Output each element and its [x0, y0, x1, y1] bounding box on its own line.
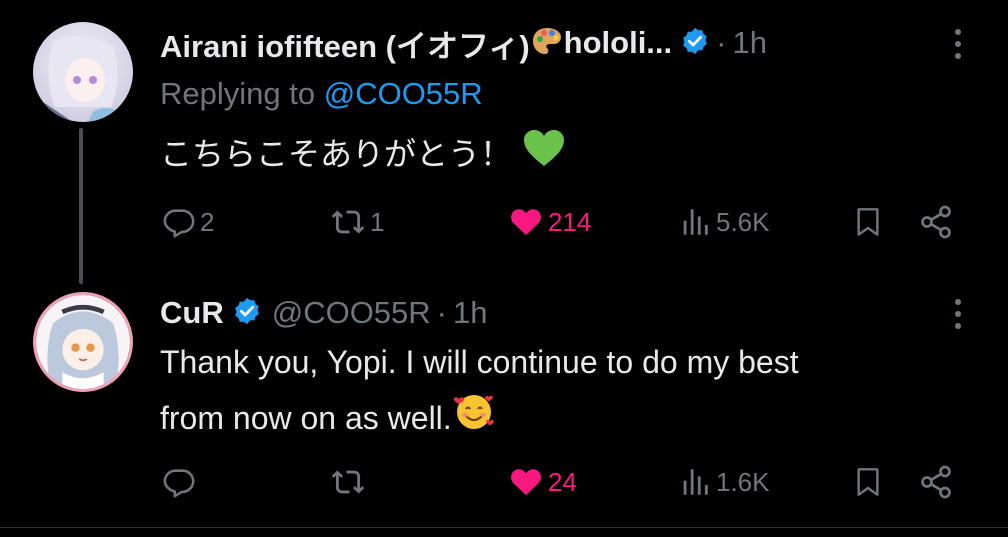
tweet-cur[interactable]: CuR @COO55R · 1h Thank you, Yopi. I will…	[0, 270, 1008, 527]
tweet-text: Thank you, Yopi. I will continue to do m…	[160, 334, 960, 450]
like-count: 214	[548, 206, 592, 237]
tweet-text: こちらこそありがとう！	[160, 126, 960, 185]
bottom-divider	[0, 527, 1008, 528]
views-chart-icon	[678, 205, 712, 239]
heart-icon	[508, 465, 544, 499]
views-chart-icon	[678, 465, 712, 499]
author-handle[interactable]: @COO55R	[272, 295, 431, 331]
reply-icon	[162, 205, 196, 239]
more-options-icon[interactable]	[946, 24, 970, 64]
replying-to-label: Replying to	[160, 76, 316, 111]
author-name[interactable]: CuR	[160, 295, 224, 331]
reply-icon	[162, 465, 196, 499]
views-count: 5.6K	[716, 206, 770, 237]
tweet-actions: 2 1 214 5.6K	[0, 202, 1008, 242]
green-heart-emoji	[522, 128, 566, 185]
retweet-button[interactable]	[330, 462, 370, 502]
avatar-airani[interactable]	[33, 22, 133, 122]
tweet-header: Airani iofifteen (イオフィ) hololi... · 1h	[160, 20, 767, 66]
tweet-text-line1: Thank you, Yopi. I will continue to do m…	[160, 344, 799, 380]
header-separator: ·	[716, 25, 727, 60]
author-name[interactable]: Airani iofifteen (イオフィ)	[160, 21, 530, 66]
heart-icon	[508, 205, 544, 239]
bookmark-icon	[852, 204, 884, 240]
tweet-time[interactable]: 1h	[732, 25, 766, 61]
smiling-face-with-hearts-emoji	[453, 391, 495, 450]
artist-palette-emoji	[531, 25, 563, 62]
retweet-count: 1	[370, 206, 385, 237]
like-button[interactable]: 214	[508, 202, 591, 242]
bookmark-button[interactable]	[852, 462, 884, 502]
tweet-text-line2: from now on as well.	[160, 400, 452, 436]
reply-button[interactable]	[162, 462, 200, 502]
bookmark-button[interactable]	[852, 202, 884, 242]
more-options-icon[interactable]	[946, 294, 970, 334]
avatar-cur[interactable]	[33, 292, 133, 392]
tweet-actions: 24 1.6K	[0, 462, 1008, 502]
tweet-text-body: こちらこそありがとう！	[160, 136, 513, 172]
share-icon	[918, 204, 954, 240]
replying-to-mention[interactable]: @COO55R	[324, 76, 483, 111]
share-button[interactable]	[918, 202, 954, 242]
header-separator: ·	[436, 295, 447, 330]
views-button[interactable]: 1.6K	[678, 462, 770, 502]
replying-to-line: Replying to @COO55R	[160, 76, 483, 112]
retweet-button[interactable]: 1	[330, 202, 384, 242]
tweet-header: CuR @COO55R · 1h	[160, 290, 487, 336]
share-button[interactable]	[918, 462, 954, 502]
like-count: 24	[548, 466, 577, 497]
retweet-icon	[330, 205, 366, 239]
author-name-suffix[interactable]: hololi...	[564, 25, 673, 61]
verified-badge-icon	[232, 296, 262, 331]
verified-badge-icon	[680, 26, 710, 61]
like-button[interactable]: 24	[508, 462, 577, 502]
views-count: 1.6K	[716, 466, 770, 497]
retweet-icon	[330, 465, 366, 499]
bookmark-icon	[852, 464, 884, 500]
views-button[interactable]: 5.6K	[678, 202, 770, 242]
reply-button[interactable]: 2	[162, 202, 214, 242]
reply-count: 2	[200, 206, 215, 237]
tweet-airani[interactable]: Airani iofifteen (イオフィ) hololi... · 1h R…	[0, 0, 1008, 284]
tweet-time[interactable]: 1h	[453, 295, 487, 331]
share-icon	[918, 464, 954, 500]
